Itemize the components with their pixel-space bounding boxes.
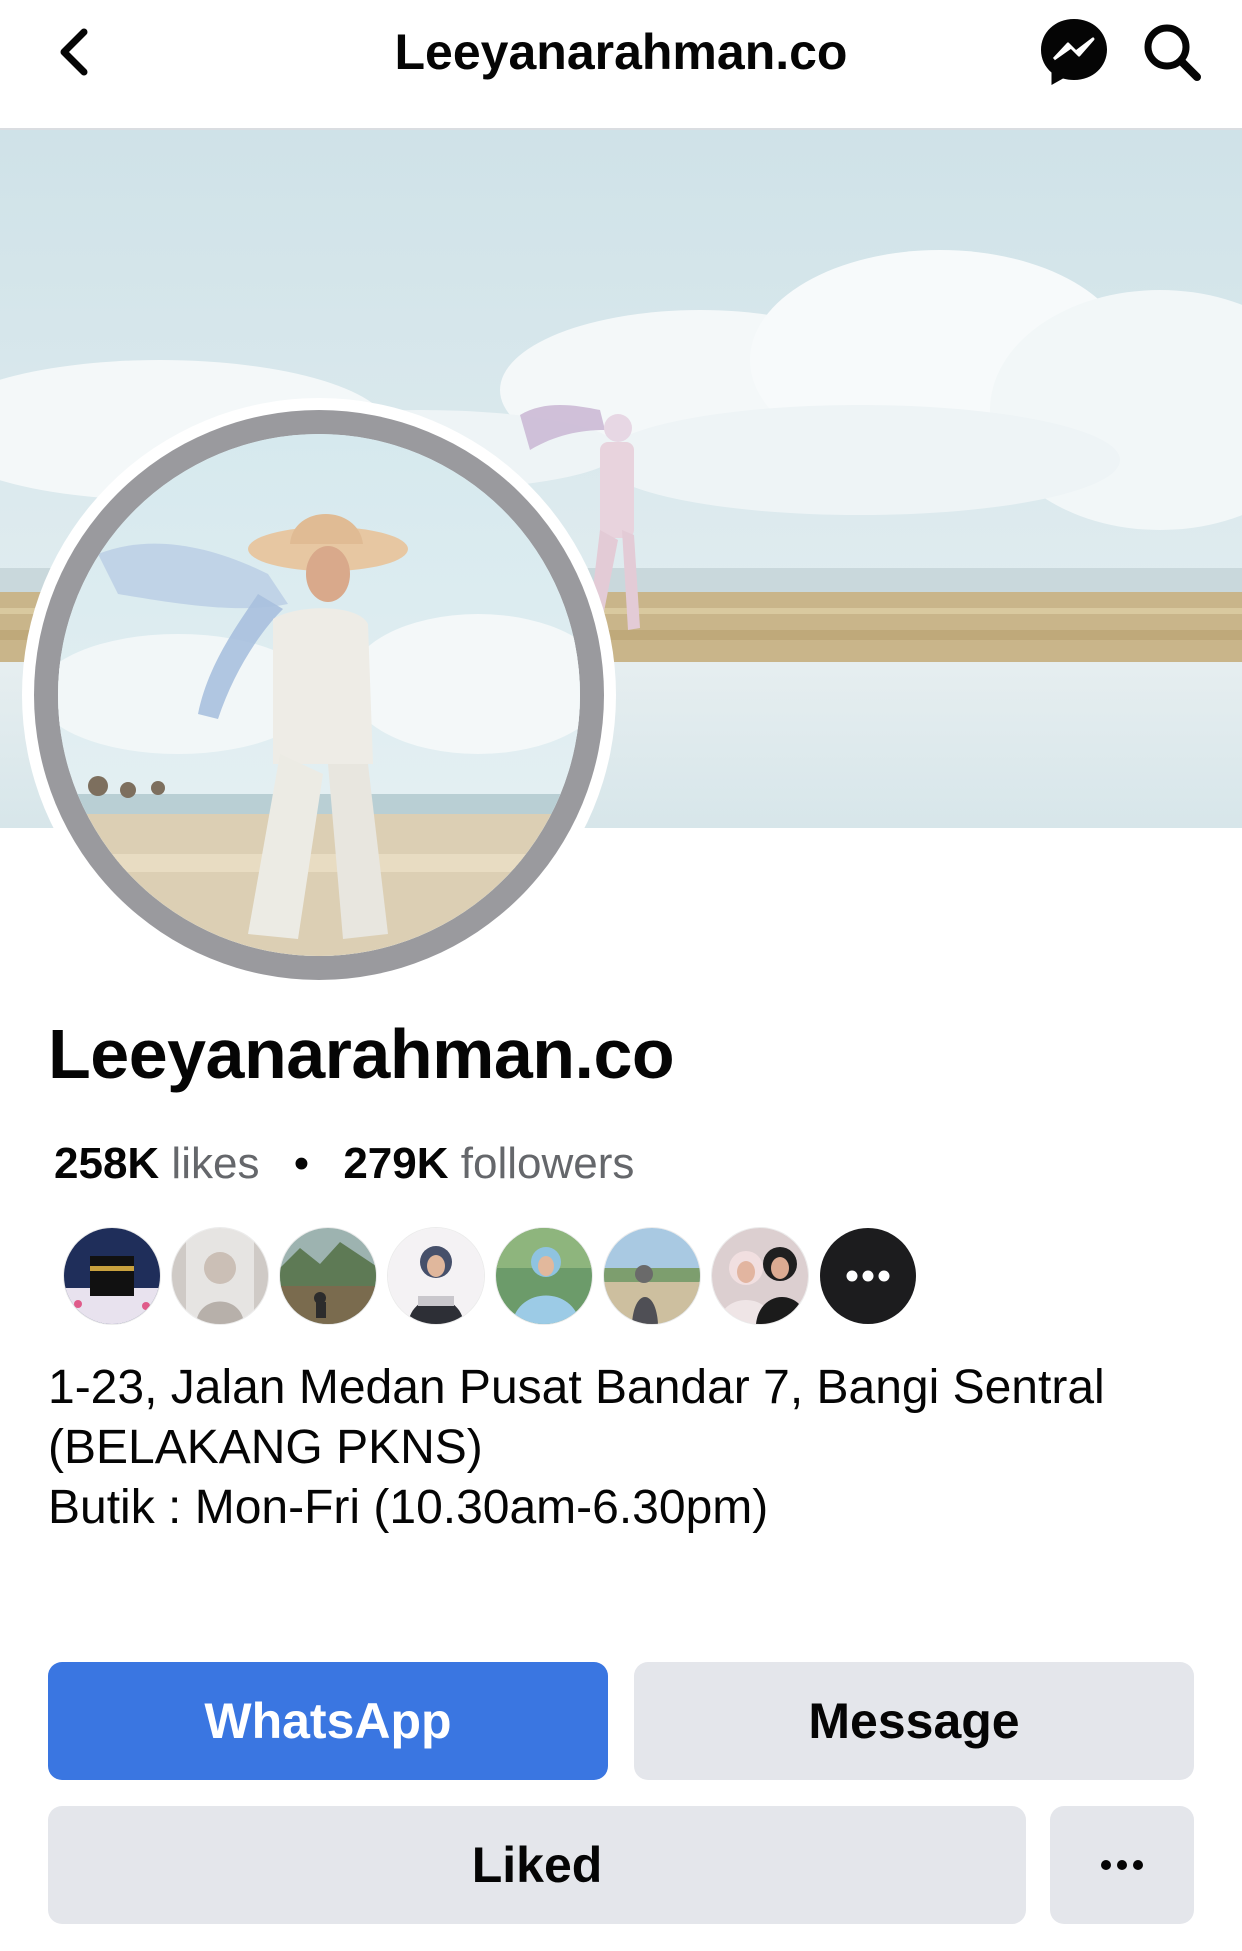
friend-avatar[interactable] (388, 1228, 484, 1324)
page-name: Leeyanarahman.co (48, 1015, 675, 1093)
more-friends-button[interactable] (820, 1228, 916, 1324)
followers-count[interactable]: 279K (343, 1139, 448, 1188)
liked-button[interactable]: Liked (48, 1806, 1026, 1924)
friend-avatar[interactable] (172, 1228, 268, 1324)
stats-separator: • (293, 1139, 310, 1188)
page-stats: 258K likes • 279K followers (54, 1136, 634, 1192)
more-dots-icon (1101, 1860, 1143, 1870)
likes-count[interactable]: 258K (54, 1139, 159, 1188)
chevron-left-icon (60, 28, 88, 76)
page-about: 1-23, Jalan Medan Pusat Bandar 7, Bangi … (48, 1358, 1208, 1538)
friend-avatar[interactable] (496, 1228, 592, 1324)
profile-picture[interactable] (22, 398, 616, 992)
top-navigation-bar: Leeyanarahman.co (0, 0, 1242, 130)
search-button[interactable] (1134, 14, 1210, 90)
address-line-1: 1-23, Jalan Medan Pusat Bandar 7, Bangi … (48, 1361, 1105, 1414)
page-title: Leeyanarahman.co (394, 24, 848, 80)
friend-avatar[interactable] (64, 1228, 160, 1324)
likes-label[interactable]: likes (171, 1139, 259, 1188)
whatsapp-button[interactable]: WhatsApp (48, 1662, 608, 1780)
address-line-2: (BELAKANG PKNS) (48, 1421, 483, 1474)
friend-avatar[interactable] (280, 1228, 376, 1324)
back-button[interactable] (44, 22, 104, 82)
search-icon (1144, 24, 1201, 81)
profile-picture-image (58, 434, 580, 956)
message-button[interactable]: Message (634, 1662, 1194, 1780)
more-dots-icon (846, 1270, 890, 1282)
messenger-icon (1041, 19, 1107, 85)
more-options-button[interactable] (1050, 1806, 1194, 1924)
opening-hours: Butik : Mon-Fri (10.30am-6.30pm) (48, 1481, 769, 1534)
friends-who-like-row (64, 1228, 916, 1324)
messenger-button[interactable] (1036, 14, 1112, 90)
friend-avatar[interactable] (604, 1228, 700, 1324)
followers-label[interactable]: followers (461, 1139, 635, 1188)
friend-avatar[interactable] (712, 1228, 808, 1324)
